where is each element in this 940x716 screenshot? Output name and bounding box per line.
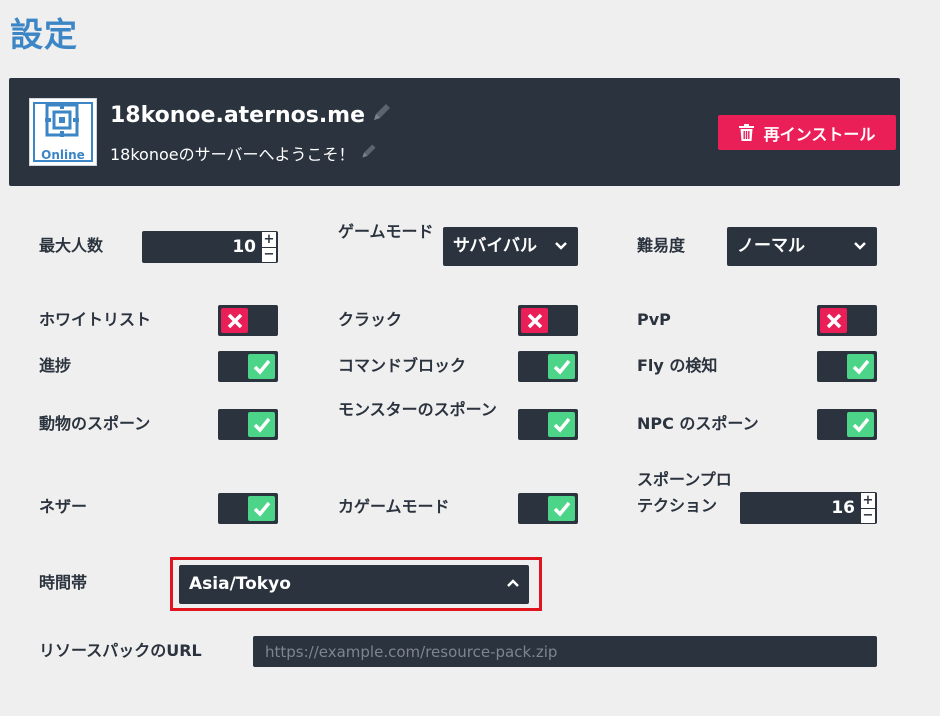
- spawn-protection-field[interactable]: 16 + −: [740, 492, 877, 524]
- toggle-on-check-icon: [548, 496, 575, 521]
- spawn-protection-stepper[interactable]: + −: [861, 493, 875, 523]
- increment-button[interactable]: +: [861, 493, 875, 508]
- spawn-npcs-toggle[interactable]: [817, 409, 877, 440]
- toggle-on-check-icon: [847, 412, 874, 437]
- reinstall-label: 再インストール: [763, 124, 876, 144]
- pvp-toggle[interactable]: [817, 305, 877, 336]
- chevron-down-icon: [555, 242, 567, 250]
- nether-label: ネザー: [39, 497, 88, 516]
- max-players-field[interactable]: 10 + −: [142, 231, 278, 263]
- server-status-icon: Online: [29, 98, 97, 166]
- chevron-up-icon: [507, 579, 519, 587]
- force-gamemode-label: カゲームモード: [338, 497, 450, 516]
- resource-pack-url-input[interactable]: [253, 636, 877, 667]
- spawn-monsters-toggle[interactable]: [518, 409, 578, 440]
- nether-toggle[interactable]: [218, 493, 278, 524]
- max-players-label: 最大人数: [39, 236, 104, 255]
- edit-motd-pencil-icon[interactable]: [360, 142, 378, 164]
- difficulty-value: ノーマル: [737, 236, 805, 256]
- spawn-npcs-label: NPC のスポーン: [637, 414, 759, 433]
- server-address: 18konoe.aternos.me: [110, 102, 366, 128]
- max-players-value: 10: [232, 237, 256, 257]
- reinstall-button[interactable]: 再インストール: [718, 115, 896, 150]
- difficulty-label: 難易度: [637, 236, 686, 255]
- gamemode-select[interactable]: サバイバル: [443, 227, 578, 266]
- timezone-label: 時間帯: [39, 573, 88, 592]
- command-blocks-label: コマンドブロック: [338, 356, 467, 375]
- spawn-animals-toggle[interactable]: [218, 409, 278, 440]
- pvp-label: PvP: [637, 310, 671, 329]
- toggle-on-check-icon: [548, 354, 575, 379]
- whitelist-label: ホワイトリスト: [39, 310, 152, 329]
- spawn-monsters-label: モンスターのスポーン: [338, 400, 497, 419]
- fly-detection-label: Fly の検知: [637, 356, 718, 375]
- command-blocks-toggle[interactable]: [518, 351, 578, 382]
- timezone-value: Asia/Tokyo: [189, 574, 291, 594]
- trash-icon: [738, 124, 754, 141]
- server-card: Online 18konoe.aternos.me 18konoeのサーバーへよ…: [9, 78, 900, 186]
- fly-detection-toggle[interactable]: [817, 351, 877, 382]
- resource-pack-label: リソースパックのURL: [39, 641, 202, 660]
- cracked-toggle[interactable]: [518, 305, 578, 336]
- force-gamemode-toggle[interactable]: [518, 493, 578, 524]
- page-title: 設定: [10, 15, 78, 54]
- toggle-on-check-icon: [248, 496, 275, 521]
- server-address-row: 18konoe.aternos.me: [110, 101, 393, 129]
- spawn-protection-value: 16: [831, 498, 855, 518]
- timezone-select[interactable]: Asia/Tokyo: [179, 565, 529, 604]
- decrement-button[interactable]: −: [861, 508, 875, 523]
- gamemode-label: ゲームモード: [338, 222, 434, 241]
- advancements-label: 進捗: [39, 356, 72, 375]
- toggle-off-x-icon: [521, 308, 548, 333]
- server-motd: 18konoeのサーバーへようこそ！: [110, 145, 355, 164]
- edit-address-pencil-icon[interactable]: [371, 101, 393, 129]
- increment-button[interactable]: +: [262, 232, 276, 247]
- difficulty-select[interactable]: ノーマル: [727, 227, 877, 266]
- max-players-stepper[interactable]: + −: [262, 232, 276, 262]
- whitelist-toggle[interactable]: [218, 305, 278, 336]
- spawn-protection-label: スポーンプロテクション: [637, 470, 732, 515]
- toggle-on-check-icon: [248, 354, 275, 379]
- cracked-label: クラック: [338, 310, 403, 329]
- toggle-off-x-icon: [820, 308, 847, 333]
- toggle-on-check-icon: [248, 412, 275, 437]
- decrement-button[interactable]: −: [262, 247, 276, 262]
- chevron-down-icon: [854, 242, 866, 250]
- spawn-animals-label: 動物のスポーン: [39, 414, 151, 433]
- toggle-on-check-icon: [847, 354, 874, 379]
- server-status-label: Online: [41, 148, 85, 162]
- gamemode-value: サバイバル: [453, 236, 537, 256]
- toggle-off-x-icon: [221, 308, 248, 333]
- advancements-toggle[interactable]: [218, 351, 278, 382]
- toggle-on-check-icon: [548, 412, 575, 437]
- server-motd-row: 18konoeのサーバーへようこそ！: [110, 141, 378, 165]
- server-icon: [45, 103, 79, 137]
